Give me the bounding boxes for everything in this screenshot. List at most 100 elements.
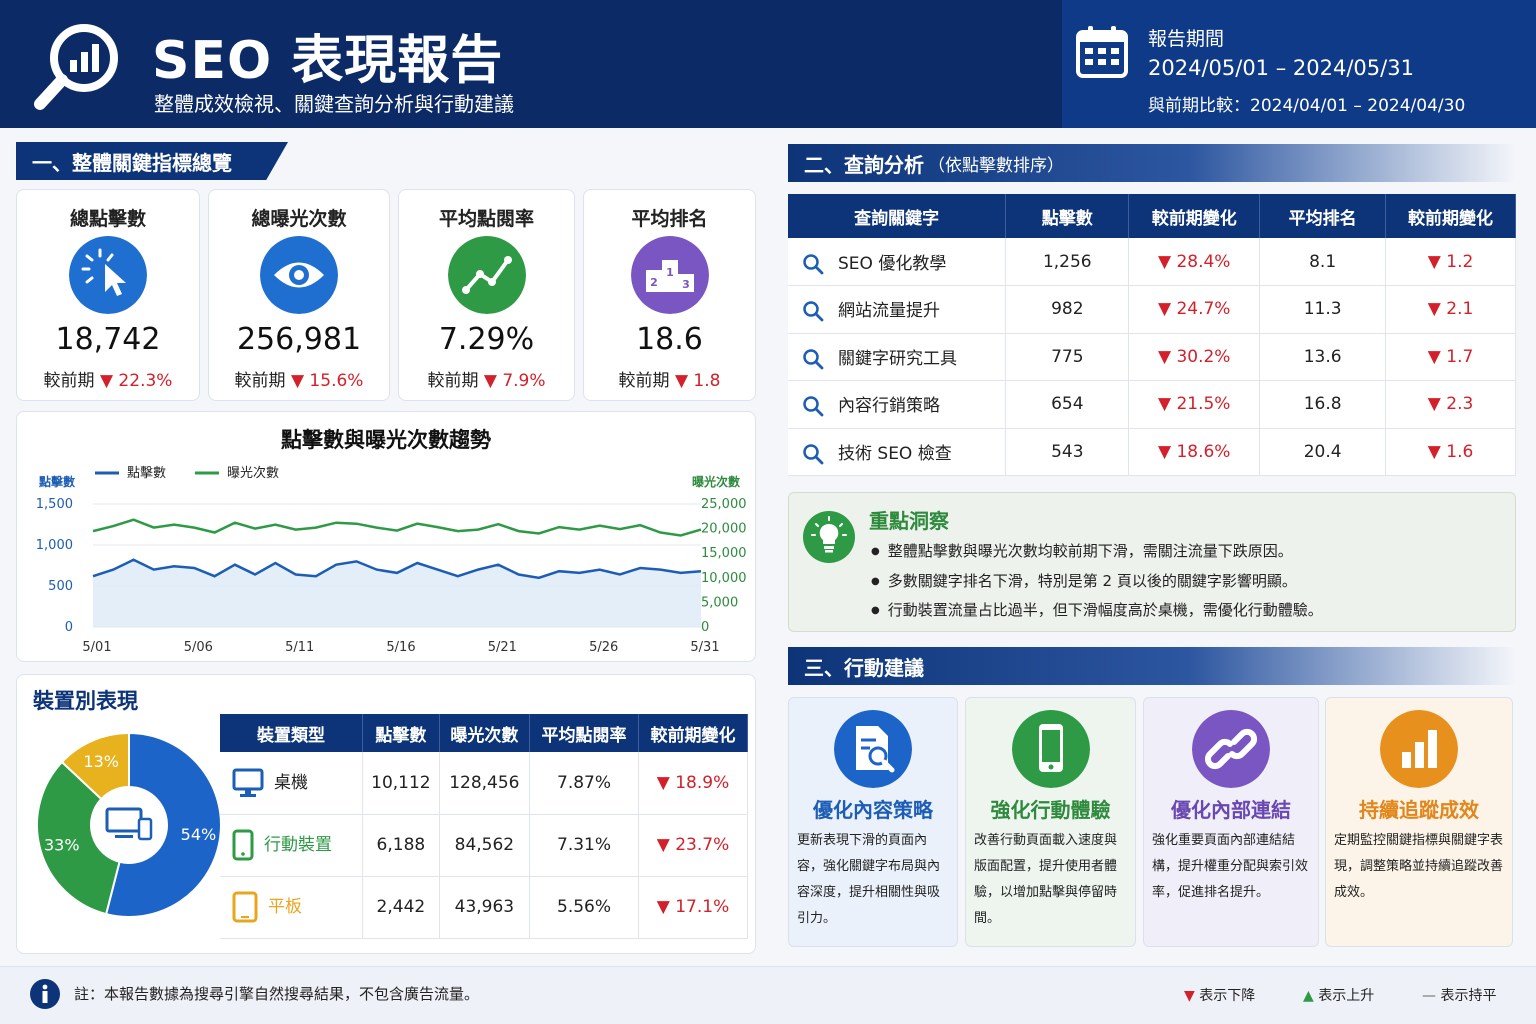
kpi-card-rank: 平均排名 1 2 3 18.6 較前期 ▼ 1.8 — [583, 189, 756, 401]
kpi-card-impressions: 總曝光次數 256,981 較前期 ▼ 15.6% — [208, 189, 390, 401]
x-tick-label: 5/06 — [184, 640, 213, 655]
series-line-impressions — [92, 518, 702, 537]
cursor-click-icon — [69, 236, 147, 314]
kpi-label: 平均點閱率 — [438, 208, 534, 230]
list-item: 多數關鍵字排名下滑，特別是第 2 頁以後的關鍵字影響明顯。 — [871, 567, 1323, 597]
device-header-type: 裝置類型 — [220, 714, 364, 752]
legend-up: ▲ 表示上升 — [1303, 988, 1375, 1004]
x-tick-label: 5/01 — [82, 640, 111, 655]
insight-title: 重點洞察 — [869, 509, 949, 533]
monitor-stand — [115, 835, 133, 838]
section-query-title: 二、查詢分析 （依點擊數排序） — [788, 144, 1516, 182]
device-header-impressions: 曝光次數 — [439, 714, 531, 752]
tablet-icon — [232, 891, 258, 923]
search-icon — [803, 444, 824, 465]
action-card-tracking: 持續追蹤成效 定期監控關鍵指標與關鍵字表現，調整策略並持續追蹤改善成效。 — [1325, 697, 1513, 947]
kpi-card-clicks: 總點擊數 18,742 較前期 ▼ 22.3% — [16, 189, 200, 401]
device-pie-chart: 54% 33% 13% — [36, 731, 222, 918]
search-icon — [803, 349, 824, 370]
y-axis-label-right: 曝光次數 — [692, 474, 740, 489]
trend-chart: 1,500 1,000 500 0 25,000 20,000 15,000 10,000 5,… — [36, 465, 747, 655]
query-header-rank: 平均排名 — [1259, 194, 1387, 238]
pie-label: 54% — [181, 825, 217, 844]
legend-label-impressions: 曝光次數 — [227, 465, 279, 481]
calendar-icon — [1076, 26, 1128, 78]
section-action-title: 三、行動建議 — [788, 647, 1516, 685]
phone-shape — [137, 817, 153, 841]
table-row: 桌機 10,112 128,456 7.87% ▼ 18.9% — [220, 752, 748, 815]
pie-center — [93, 789, 165, 861]
pie-label: 13% — [83, 752, 119, 771]
y-tick-right: 15,000 — [701, 546, 747, 561]
page-title: SEO 表現報告 — [152, 31, 504, 91]
x-tick-label: 5/26 — [589, 640, 618, 655]
report-page: SEO 表現報告 整體成效檢視、關鍵查詢分析與行動建議 報告期間 2024/05… — [0, 0, 1536, 1024]
table-row: 平板 2,442 43,963 5.56% ▼ 17.1% — [220, 876, 748, 939]
y-tick-left: 0 — [65, 620, 73, 635]
info-icon — [30, 979, 60, 1009]
x-tick-label: 5/21 — [488, 640, 517, 655]
legend-label-clicks: 點擊數 — [127, 465, 166, 481]
insight-list: 整體點擊數與曝光次數均較前期下滑，需關注流量下跌原因。 多數關鍵字排名下滑，特別… — [871, 537, 1323, 626]
action-card-links: 優化內部連結 強化重要頁面內部連結結構，提升權重分配與索引效率，促進排名提升。 — [1143, 697, 1319, 947]
query-table: 查詢關鍵字 點擊數 較前期變化 平均排名 較前期變化 SEO 優化教學 1,256… — [788, 194, 1516, 476]
header-banner: SEO 表現報告 整體成效檢視、關鍵查詢分析與行動建議 報告期間 2024/05… — [0, 0, 1536, 128]
mobile-phone-icon — [1011, 710, 1090, 788]
report-period-label: 報告期間 — [1148, 28, 1225, 50]
table-row: 網站流量提升 982 ▼ 24.7% 11.3 ▼ 2.1 — [788, 285, 1516, 334]
analytics-search-icon — [34, 24, 118, 110]
y-tick-left: 500 — [48, 579, 73, 594]
x-tick-label: 5/11 — [285, 640, 314, 655]
action-text: 更新表現下滑的頁面內容，強化關鍵字布局與內容深度，提升相關性與吸引力。 — [797, 833, 941, 926]
x-tick-label: 5/16 — [386, 640, 415, 655]
query-header-keyword: 查詢關鍵字 — [788, 194, 1007, 238]
kpi-change: 較前期 ▼ 15.6% — [234, 371, 364, 391]
kpi-value: 256,981 — [236, 322, 362, 357]
device-title: 裝置別表現 — [33, 689, 138, 713]
x-tick-label: 5/31 — [690, 640, 719, 655]
kpi-label: 平均排名 — [631, 208, 708, 230]
action-card-content: 優化內容策略 更新表現下滑的頁面內容，強化關鍵字布局與內容深度，提升相關性與吸引… — [788, 697, 958, 947]
kpi-value: 18.6 — [636, 322, 703, 357]
table-row: 行動裝置 6,188 84,562 7.31% ▼ 23.7% — [220, 814, 748, 877]
query-header-clicks: 點擊數 — [1005, 194, 1130, 238]
kpi-change: 較前期 ▼ 7.9% — [427, 371, 546, 391]
search-icon — [803, 396, 824, 417]
legend-down: ▼ 表示下降 — [1184, 988, 1256, 1004]
device-header-clicks: 點擊數 — [362, 714, 440, 752]
clicks-area-fill — [93, 559, 701, 627]
kpi-label: 總曝光次數 — [251, 208, 347, 230]
link-icon — [1192, 710, 1270, 788]
kpi-value: 7.29% — [438, 322, 535, 357]
section-kpi-title: 一、整體關鍵指標總覽 — [16, 142, 288, 180]
report-period-range: 2024/05/01 – 2024/05/31 — [1148, 56, 1414, 80]
y-axis-label-left: 點擊數 — [39, 474, 75, 489]
legend-flat: — 表示持平 — [1422, 988, 1497, 1004]
trend-line-icon — [447, 236, 526, 314]
action-title: 優化內容策略 — [813, 798, 933, 822]
table-row: 內容行銷策略 654 ▼ 21.5% 16.8 ▼ 2.3 — [788, 380, 1516, 429]
compare-period: 與前期比較：2024/04/01 – 2024/04/30 — [1148, 96, 1466, 116]
action-text: 定期監控關鍵指標與關鍵字表現，調整策略並持續追蹤改善成效。 — [1334, 833, 1504, 900]
action-text: 改善行動頁面載入速度與版面配置，提升使用者體驗，以增加點擊與停留時間。 — [974, 833, 1118, 926]
y-tick-right: 20,000 — [701, 522, 747, 537]
query-header-change: 較前期變化 — [1128, 194, 1261, 238]
table-row: 技術 SEO 檢查 543 ▼ 18.6% 20.4 ▼ 1.6 — [788, 428, 1516, 476]
kpi-card-ctr: 平均點閱率 7.29% 較前期 ▼ 7.9% — [398, 189, 575, 401]
device-table: 裝置類型 點擊數 曝光次數 平均點閱率 較前期變化 桌機 10,112 128,… — [220, 714, 748, 939]
device-header-change: 較前期變化 — [638, 714, 748, 752]
y-tick-right: 5,000 — [701, 595, 738, 610]
action-title: 持續追蹤成效 — [1359, 798, 1479, 822]
eye-icon — [260, 236, 338, 314]
query-header-rank-change: 較前期變化 — [1385, 194, 1516, 238]
y-tick-right: 25,000 — [701, 497, 747, 512]
y-tick-left: 1,500 — [36, 497, 73, 512]
pie-label: 33% — [44, 836, 80, 855]
footer-note: 註：本報告數據為搜尋引擎自然搜尋結果，不包含廣告流量。 — [74, 985, 480, 1003]
insight-box: 重點洞察 整體點擊數與曝光次數均較前期下滑，需關注流量下跌原因。 多數關鍵字排名… — [788, 492, 1516, 632]
svg-text:1: 1 — [666, 266, 674, 279]
lightbulb-icon — [803, 511, 855, 563]
podium-icon: 1 2 3 — [630, 236, 709, 314]
svg-text:2: 2 — [650, 276, 658, 289]
mobile-phone-icon — [232, 829, 254, 861]
